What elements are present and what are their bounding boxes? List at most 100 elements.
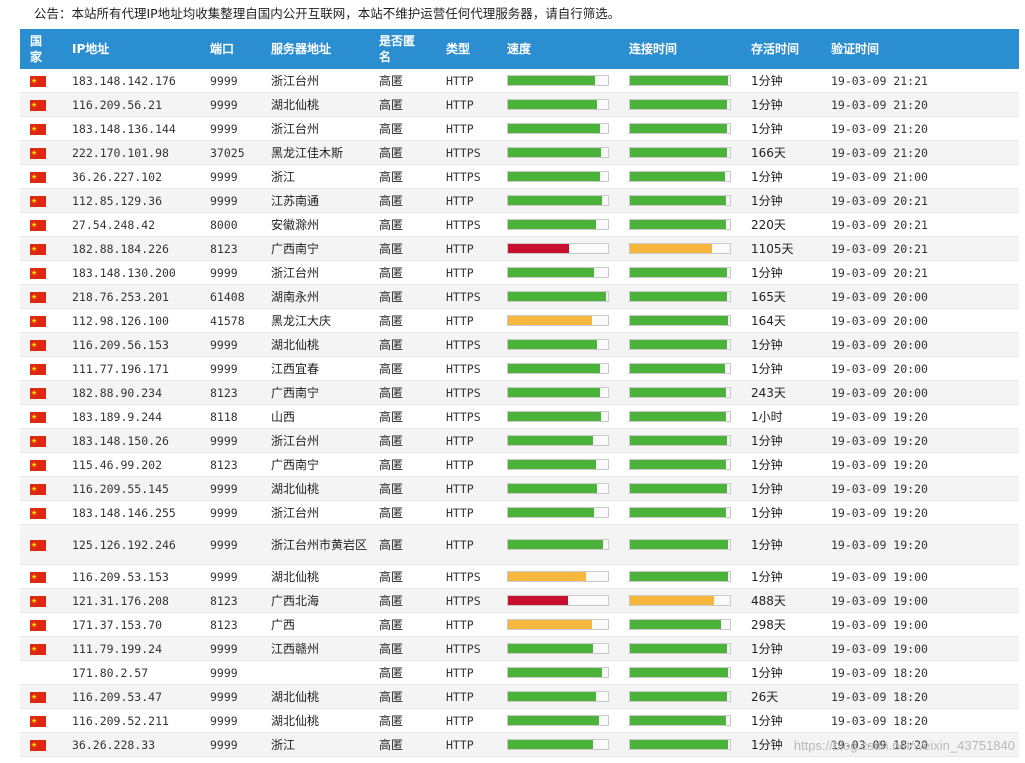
cell-alive-time: 1分钟 [742,564,822,589]
cell-connect-time-bar [629,147,731,158]
cell-speed-bar [507,99,609,110]
cell-connect-time-bar [629,387,731,398]
cn-flag-icon [30,289,46,305]
cell-speed-bar-fill [508,716,599,725]
cell-speed [498,404,620,429]
cell-connect-time [620,660,742,685]
cell-speed-bar-fill [508,196,602,205]
cell-port: 9999 [201,636,262,661]
cell-anonymity: 高匿 [370,69,437,93]
cell-country [20,116,63,141]
table-row: 183.148.146.2559999浙江台州高匿HTTP 1分钟19-03-09… [20,500,1019,525]
cell-anonymity: 高匿 [370,380,437,405]
cell-verified-time: 19-03-09 19:00 [822,636,1019,661]
cell-alive-time: 1分钟 [742,428,822,453]
cn-flag-icon [30,481,46,497]
cell-alive-time: 1分钟 [742,356,822,381]
cell-connect-time-bar-fill [630,340,727,349]
cell-location: 浙江台州 [262,116,370,141]
cell-country [20,308,63,333]
cn-flag-icon [30,121,46,137]
cell-connect-time [620,732,742,757]
cell-connect-time-bar-fill [630,572,728,581]
cell-type: HTTPS [437,588,498,613]
cell-connect-time-bar [629,483,731,494]
cell-verified-time: 19-03-09 20:21 [822,260,1019,285]
cell-speed-bar-fill [508,540,603,549]
cell-port: 9999 [201,428,262,453]
cell-verified-time: 19-03-09 19:20 [822,524,1019,565]
cell-connect-time [620,564,742,589]
cell-ip: 121.31.176.208 [63,588,201,613]
cn-flag-icon [30,361,46,377]
cell-speed-bar [507,483,609,494]
cell-connect-time-bar [629,643,731,654]
col-header-type: 类型 [437,29,498,69]
cell-type: HTTP [437,684,498,709]
cell-connect-time-bar [629,123,731,134]
table-header-row: 国 家 IP地址 端口 服务器地址 是否匿 名 类型 速度 连接时间 存活时间 … [20,29,1019,69]
cn-flag-icon [30,313,46,329]
cell-ip: 111.79.199.24 [63,636,201,661]
cn-flag-icon [30,505,46,521]
col-header-country: 国 家 [20,29,63,69]
cell-alive-time: 298天 [742,612,822,637]
cell-connect-time-bar [629,507,731,518]
cell-location: 湖北仙桃 [262,92,370,117]
cell-speed-bar [507,339,609,350]
cell-alive-time: 26天 [742,684,822,709]
cell-connect-time-bar-fill [630,196,726,205]
cell-port: 8123 [201,380,262,405]
site-notice: 公告：本站所有代理IP地址均收集整理自国内公开互联网，本站不维护运营任何代理服务… [0,0,1025,27]
cell-verified-time: 19-03-09 21:21 [822,69,1019,93]
cell-type: HTTP [437,500,498,525]
cell-connect-time [620,69,742,93]
cell-connect-time-bar-fill [630,540,728,549]
cell-country [20,476,63,501]
cell-speed [498,564,620,589]
cell-country [20,708,63,733]
cell-speed-bar-fill [508,100,597,109]
cell-anonymity: 高匿 [370,476,437,501]
cell-speed-bar [507,571,609,582]
cell-port: 8000 [201,212,262,237]
cell-location: 广西南宁 [262,380,370,405]
table-row: 116.209.53.1539999湖北仙桃高匿HTTPS 1分钟19-03-09… [20,564,1019,589]
cell-alive-time: 243天 [742,380,822,405]
cell-country [20,236,63,261]
cell-ip: 171.37.153.70 [63,612,201,637]
cell-speed-bar [507,243,609,254]
cn-flag-icon [30,265,46,281]
cell-speed [498,588,620,613]
cell-connect-time-bar [629,619,731,630]
cell-speed-bar-fill [508,268,594,277]
cell-connect-time-bar-fill [630,244,712,253]
cell-speed [498,524,620,565]
cell-location: 江苏南通 [262,188,370,213]
cell-type: HTTP [437,660,498,685]
cell-verified-time: 19-03-09 21:20 [822,140,1019,165]
cell-type: HTTPS [437,140,498,165]
cell-alive-time: 1分钟 [742,116,822,141]
cell-location: 湖北仙桃 [262,476,370,501]
cell-verified-time: 19-03-09 21:20 [822,116,1019,141]
cell-location: 湖北仙桃 [262,708,370,733]
cell-speed [498,660,620,685]
cell-speed [498,164,620,189]
cell-country [20,356,63,381]
cell-speed-bar [507,411,609,422]
cell-connect-time-bar [629,539,731,550]
cell-connect-time-bar [629,691,731,702]
cell-country [20,452,63,477]
cell-anonymity: 高匿 [370,428,437,453]
cn-flag-icon [30,641,46,657]
cell-connect-time-bar-fill [630,268,727,277]
cell-anonymity: 高匿 [370,732,437,757]
cell-country [20,428,63,453]
cell-anonymity: 高匿 [370,164,437,189]
cell-connect-time [620,284,742,309]
cell-connect-time [620,92,742,117]
cell-connect-time-bar-fill [630,388,726,397]
cell-speed [498,212,620,237]
table-row: 182.88.90.2348123广西南宁高匿HTTPS 243天19-03-09… [20,380,1019,405]
